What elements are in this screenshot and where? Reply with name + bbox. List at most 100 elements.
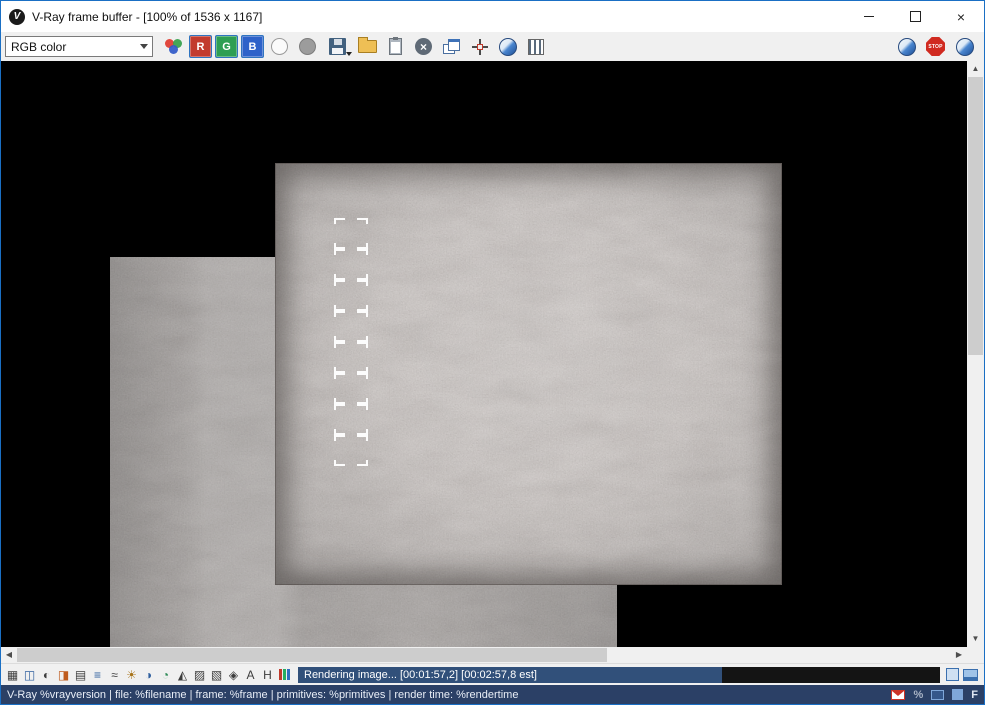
monitor-icon[interactable]	[931, 690, 944, 700]
use-pixel-aspect-icon[interactable]: ▦	[5, 667, 20, 683]
render-bucket-marker	[334, 435, 368, 466]
levels-icon[interactable]: ≡	[90, 667, 105, 683]
pixel-information-icon[interactable]: ▤	[73, 667, 88, 683]
horizontal-scrollbar[interactable]: ◀ ▶	[1, 647, 967, 663]
scroll-left-arrow[interactable]: ◀	[1, 647, 17, 663]
red-channel-label: R	[197, 41, 205, 53]
vray-orb-icon	[499, 38, 517, 56]
corrections-icon-strip: ▦◫◐◨▤≡≈☀◑◔◭▨▧◈AH	[5, 667, 292, 683]
corrections-right-icons	[946, 668, 980, 681]
scroll-up-arrow[interactable]: ▲	[967, 61, 984, 77]
save-icon	[329, 38, 346, 55]
render-bucket-marker	[334, 280, 368, 311]
stamp-icon[interactable]: A	[243, 667, 258, 683]
exposure-icon[interactable]: ☀	[124, 667, 139, 683]
main-toolbar: RGB color R G B ×	[1, 32, 984, 61]
render-bucket-marker	[334, 404, 368, 435]
stamp-text: V-Ray %vrayversion | file: %filename | f…	[7, 689, 518, 701]
window-controls: ×	[846, 1, 984, 32]
rgb-color-button[interactable]	[161, 34, 186, 59]
clipboard-icon	[389, 38, 402, 55]
save-small-icon[interactable]	[952, 689, 963, 700]
force-color-clamping-icon[interactable]: ◐	[39, 667, 54, 683]
render-bucket-marker	[334, 311, 368, 342]
channel-select-value: RGB color	[11, 40, 66, 54]
horizontal-scroll-thumb[interactable]	[17, 648, 607, 662]
stop-icon: STOP	[926, 37, 945, 56]
clear-icon: ×	[415, 38, 432, 55]
show-corrections-control-icon[interactable]: ◫	[22, 667, 37, 683]
stop-button[interactable]: STOP	[923, 34, 948, 59]
folder-icon	[358, 40, 377, 53]
monochrome-circle-icon	[271, 38, 288, 55]
status-bar: V-Ray %vrayversion | file: %filename | f…	[1, 685, 984, 704]
white-balance-icon[interactable]: ◑	[141, 667, 156, 683]
save-image-button[interactable]	[323, 34, 352, 59]
lut-icon[interactable]: ▧	[209, 667, 224, 683]
stop-label: STOP	[928, 44, 942, 50]
render-last-icon	[898, 38, 916, 56]
canvas-area: ▲ ▼ ◀ ▶	[1, 61, 984, 663]
channel-select[interactable]: RGB color	[5, 36, 153, 57]
render-viewport[interactable]	[1, 61, 967, 647]
scrollbar-corner	[967, 647, 984, 663]
percent-label: %	[913, 689, 923, 701]
crosshair-icon	[472, 39, 488, 55]
color-corrections-panel-icon[interactable]	[946, 668, 959, 681]
icc-profile-icon[interactable]: ◈	[226, 667, 241, 683]
history-icon[interactable]: H	[260, 667, 275, 683]
follow-mouse-button[interactable]	[467, 34, 492, 59]
vertical-scrollbar[interactable]: ▲ ▼	[967, 61, 984, 647]
window-title: V-Ray frame buffer - [100% of 1536 x 116…	[32, 10, 262, 24]
curves-icon[interactable]: ≈	[107, 667, 122, 683]
clear-image-button[interactable]: ×	[411, 34, 436, 59]
mail-icon[interactable]	[891, 690, 905, 700]
load-image-button[interactable]	[355, 34, 380, 59]
corrections-toolbar: ▦◫◐◨▤≡≈☀◑◔◭▨▧◈AH Rendering image... [00:…	[1, 663, 984, 685]
render-button[interactable]	[952, 34, 977, 59]
green-channel-label: G	[222, 41, 231, 53]
blue-channel-label: B	[249, 41, 257, 53]
render-icon	[956, 38, 974, 56]
render-bucket-marker	[334, 373, 368, 404]
display-window-icon[interactable]	[963, 669, 978, 681]
render-bucket-marker	[334, 249, 368, 280]
hue-saturation-icon[interactable]: ◔	[158, 667, 173, 683]
scroll-down-arrow[interactable]: ▼	[967, 631, 984, 647]
titlebar: V V-Ray frame buffer - [100% of 1536 x 1…	[1, 1, 984, 32]
red-channel-button[interactable]: R	[189, 35, 212, 58]
close-button[interactable]: ×	[938, 1, 984, 32]
maximize-icon	[910, 11, 921, 22]
save-options-chevron-icon[interactable]	[346, 52, 352, 56]
interactive-render-button[interactable]	[495, 34, 520, 59]
vray-logo-icon: V	[9, 9, 25, 25]
copy-to-clipboard-button[interactable]	[383, 34, 408, 59]
progress-message: Rendering image... [00:01:57,2] [00:02:5…	[304, 669, 537, 681]
alpha-button[interactable]	[295, 34, 320, 59]
duplicate-windows-icon	[443, 39, 460, 54]
render-controls: STOP	[894, 34, 980, 59]
color-balance-icon[interactable]: ◭	[175, 667, 190, 683]
minimize-button[interactable]	[846, 1, 892, 32]
monochromatic-button[interactable]	[267, 34, 292, 59]
maximize-button[interactable]	[892, 1, 938, 32]
rgb-columns-icon[interactable]	[277, 667, 292, 683]
status-right-icons: % F	[891, 689, 978, 701]
duplicate-to-host-button[interactable]	[439, 34, 464, 59]
rgb-dots-icon	[165, 39, 182, 54]
pixel-info-button[interactable]	[523, 34, 548, 59]
scroll-right-arrow[interactable]: ▶	[951, 647, 967, 663]
render-bucket-marker	[334, 218, 368, 249]
render-bucket-marker	[334, 342, 368, 373]
render-last-button[interactable]	[894, 34, 919, 59]
bucket-column	[334, 218, 368, 466]
view-clamped-colors-icon[interactable]: ◨	[56, 667, 71, 683]
blue-channel-button[interactable]: B	[241, 35, 264, 58]
vertical-scroll-thumb[interactable]	[968, 77, 983, 355]
background-image-icon[interactable]: ▨	[192, 667, 207, 683]
green-channel-button[interactable]: G	[215, 35, 238, 58]
f-label: F	[971, 689, 978, 701]
striped-square-icon	[528, 39, 544, 55]
vray-frame-buffer-window: V V-Ray frame buffer - [100% of 1536 x 1…	[0, 0, 985, 705]
render-progress-bar: Rendering image... [00:01:57,2] [00:02:5…	[298, 667, 940, 683]
